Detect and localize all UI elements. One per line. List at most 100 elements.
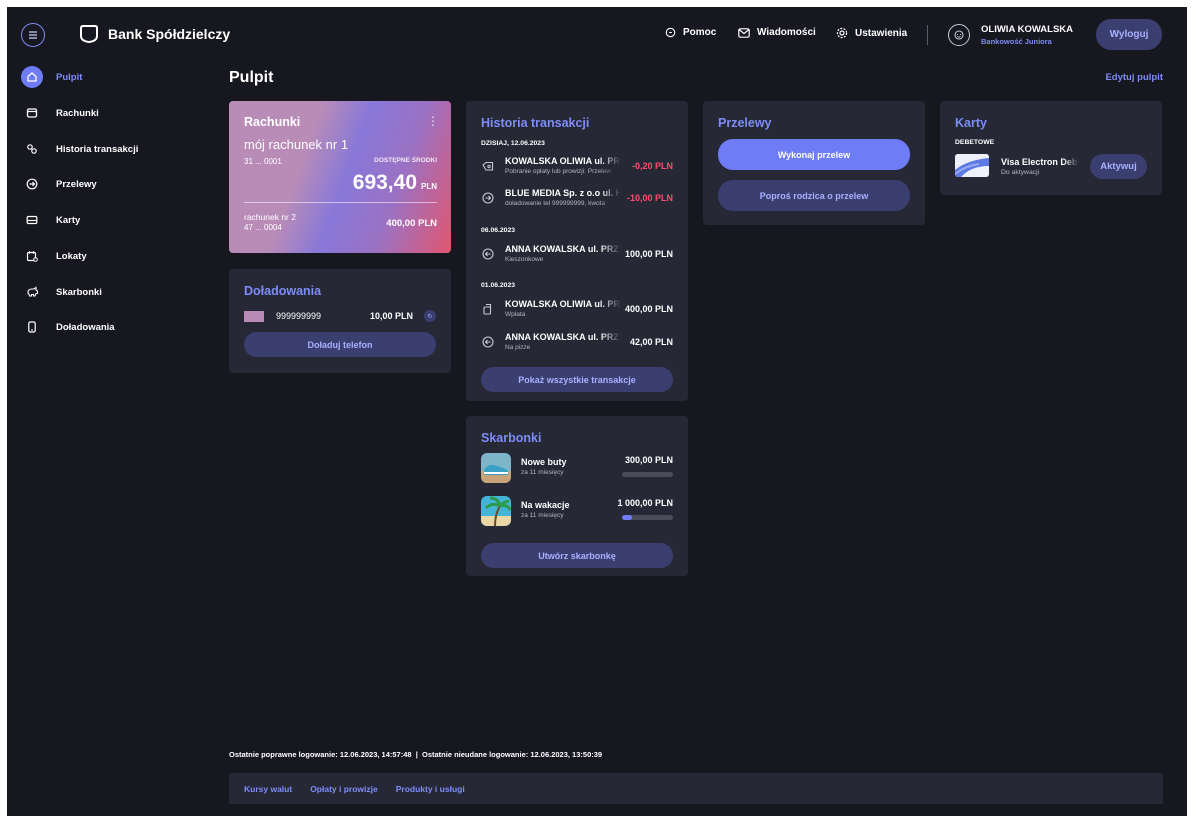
card-image[interactable]: [955, 154, 989, 177]
transaction-name: ANNA KOWALSKA ul. PRZYKŁADOWA: [505, 244, 621, 254]
activate-card-button[interactable]: Aktywuj: [1090, 154, 1147, 179]
bank-name: Bank Spółdzielczy: [108, 26, 231, 42]
sidebar-item-label: Doładowania: [56, 321, 115, 333]
transaction-row[interactable]: BLUE MEDIA Sp. z o.o ul. Haffnera dołado…: [481, 188, 673, 212]
messages-link[interactable]: Wiadomości: [738, 27, 816, 38]
bank-logo[interactable]: Bank Spółdzielczy: [78, 24, 230, 44]
piggy-bank-item[interactable]: Na wakacje za 11 miesięcy 1 000,00 PLN: [481, 496, 673, 528]
menu-icon[interactable]: [21, 23, 45, 47]
create-piggy-bank-button[interactable]: Utwórz skarbonkę: [481, 543, 673, 568]
chat-help-icon: [665, 27, 676, 38]
sidebar-item-label: Historia transakcji: [56, 143, 139, 155]
transaction-row[interactable]: KOWALSKA OLIWIA ul. PRZYKŁADOWA Pobranie…: [481, 156, 673, 180]
account-number: 31 ... 0001: [244, 157, 282, 166]
topups-title: Doładowania: [244, 284, 322, 298]
settings-label: Ustawienia: [855, 27, 908, 39]
topup-phone-button[interactable]: Doładuj telefon: [244, 332, 436, 357]
transfer-icon: [21, 173, 43, 195]
transactions-widget: Historia transakcji DZISIAJ, 12.06.2023 …: [466, 101, 688, 401]
sidebar-item-historia[interactable]: Historia transakcji: [21, 138, 138, 160]
calendar-icon: [21, 245, 43, 267]
sidebar-item-przelewy[interactable]: Przelewy: [21, 173, 97, 195]
more-options-icon[interactable]: ⋮: [427, 114, 439, 128]
sidebar-item-doladowania[interactable]: Doładowania: [21, 316, 115, 338]
piggy-bank-name: Na wakacje: [521, 500, 570, 510]
operator-swatch: [244, 310, 264, 322]
cards-widget: Karty DEBETOWE Visa Electron Debit Do ak…: [940, 101, 1162, 195]
transaction-row[interactable]: KOWALSKA OLIWIA ul. PRZYKŁADOWA Wpłata 4…: [481, 299, 673, 323]
piggy-bank-item[interactable]: Nowe buty za 11 miesięcy 300,00 PLN: [481, 453, 673, 485]
sidebar-item-karty[interactable]: Karty: [21, 209, 80, 231]
sidebar-item-label: Rachunki: [56, 107, 99, 119]
exchange-rates-link[interactable]: Kursy walut: [244, 784, 292, 794]
transaction-description: Kieszonkowe: [505, 256, 544, 263]
topup-entry[interactable]: 999999999 10,00 PLN ↻: [244, 309, 436, 323]
sidebar-item-label: Skarbonki: [56, 286, 102, 298]
secondary-account-balance: 400,00 PLN: [386, 218, 437, 229]
transaction-name: ANNA KOWALSKA ul. PRZYKŁADOWA: [505, 332, 621, 342]
avatar-icon[interactable]: [948, 24, 970, 46]
wallet-icon: [21, 102, 43, 124]
sidebar-item-label: Pulpit: [56, 71, 83, 83]
transaction-name: KOWALSKA OLIWIA ul. PRZYKŁADOWA: [505, 299, 621, 309]
edit-dashboard-link[interactable]: Edytuj pulpit: [1105, 72, 1163, 83]
topup-amount: 10,00 PLN: [369, 311, 413, 321]
transaction-amount: -0,20 PLN: [631, 161, 673, 171]
show-all-transactions-button[interactable]: Pokaż wszystkie transakcje: [481, 367, 673, 392]
settings-link[interactable]: Ustawienia: [836, 27, 907, 39]
transaction-row[interactable]: ANNA KOWALSKA ul. PRZYKŁADOWA Na pizze 4…: [481, 332, 673, 356]
secondary-account-name[interactable]: rachunek nr 2: [244, 212, 296, 222]
transaction-date: DZISIAJ, 12.06.2023: [481, 140, 545, 147]
transaction-row[interactable]: ANNA KOWALSKA ul. PRZYKŁADOWA Kieszonkow…: [481, 244, 673, 268]
sidebar-item-skarbonki[interactable]: Skarbonki: [21, 281, 102, 303]
home-icon: [21, 66, 43, 88]
help-label: Pomoc: [683, 27, 717, 38]
incoming-icon: [481, 335, 495, 349]
piggy-bank-deadline: za 11 miesięcy: [521, 512, 564, 519]
transfers-title: Przelewy: [718, 116, 772, 130]
card-icon: [21, 209, 43, 231]
footer-bar: Kursy walut Opłaty i prowizje Produkty i…: [229, 773, 1163, 804]
make-transfer-button[interactable]: Wykonaj przelew: [718, 139, 910, 170]
card-status: Do aktywacji: [1001, 169, 1040, 176]
refresh-icon[interactable]: ↻: [424, 310, 436, 322]
user-subtitle: Bankowość Juniora: [981, 37, 1052, 46]
piggy-banks-widget: Skarbonki Nowe buty za 11 miesięcy 300,0…: [466, 416, 688, 576]
secondary-account-number: 47 ... 0004: [244, 223, 282, 232]
products-link[interactable]: Produkty i usługi: [396, 784, 465, 794]
ask-parent-transfer-button[interactable]: Poproś rodzica o przelew: [718, 180, 910, 211]
piggy-bank-name: Nowe buty: [521, 457, 567, 467]
help-link[interactable]: Pomoc: [665, 27, 716, 38]
logo-icon: [80, 25, 98, 44]
transaction-description: Na pizze: [505, 344, 531, 351]
sidebar-item-label: Przelewy: [56, 178, 97, 190]
phone-icon: [21, 316, 43, 338]
account-balance: 693,40 PLN: [353, 171, 437, 195]
sidebar-item-label: Karty: [56, 214, 81, 226]
piggy-bank-progress: [622, 515, 673, 520]
sidebar-item-rachunki[interactable]: Rachunki: [21, 102, 99, 124]
sidebar-item-pulpit[interactable]: Pulpit: [21, 66, 82, 88]
transaction-date: 01.06.2023: [481, 282, 516, 289]
debit-cards-label: DEBETOWE: [955, 139, 995, 146]
piggy-bank-icon: [21, 281, 43, 303]
transaction-description: doładowanie tel 999999999, kwota: [505, 200, 606, 207]
transfers-widget: Przelewy Wykonaj przelew Poproś rodzica …: [703, 101, 925, 225]
topups-widget: Doładowania 999999999 10,00 PLN ↻ Doładu…: [229, 269, 451, 373]
transaction-amount: 42,00 PLN: [629, 337, 673, 347]
sidebar-item-label: Lokaty: [56, 250, 87, 262]
app-window: Bank Spółdzielczy Pomoc Wiadomości Ustaw…: [7, 7, 1187, 816]
envelope-icon: [738, 27, 750, 38]
transaction-amount: 400,00 PLN: [624, 304, 673, 314]
accounts-widget[interactable]: Rachunki ⋮ mój rachunek nr 1 31 ... 0001…: [229, 101, 451, 253]
fees-link[interactable]: Opłaty i prowizje: [310, 784, 378, 794]
gear-icon: [836, 27, 848, 39]
sidebar-item-lokaty[interactable]: Lokaty: [21, 245, 87, 267]
logout-button[interactable]: Wyloguj: [1096, 19, 1162, 50]
accounts-divider: [244, 202, 437, 203]
transaction-description: Pobranie opłaty lub prowizji: Przelew: [505, 168, 611, 175]
shoes-image: [481, 453, 511, 483]
piggy-banks-title: Skarbonki: [481, 431, 542, 445]
available-funds-label: DOSTĘPNE ŚRODKI: [374, 157, 437, 164]
piggy-bank-target: 300,00 PLN: [624, 455, 673, 465]
